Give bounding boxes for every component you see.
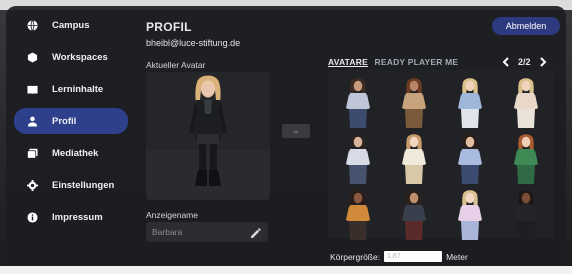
avatar-thumbnail [346,78,370,128]
current-avatar-preview [146,72,270,200]
avatar-thumbnail [514,78,538,128]
sidebar-item-campus[interactable]: Campus [14,12,128,38]
avatar-option[interactable] [450,132,490,184]
avatar-option[interactable] [338,132,378,184]
hexagon-icon [26,51,38,63]
avatar-thumbnail [458,78,482,128]
avatar-source-tabs: AVATARE READY PLAYER ME [328,57,462,67]
page-title: PROFIL [146,20,192,34]
display-name-label: Anzeigename [146,210,198,220]
avatar-option[interactable] [394,132,434,184]
svg-text:∞: ∞ [294,130,298,136]
height-label: Körpergröße: [330,251,381,262]
logout-button[interactable]: Abmelden [492,17,560,35]
tab-avatare[interactable]: AVATARE [328,57,368,67]
avatar-thumbnail [458,134,482,184]
current-avatar-label: Aktueller Avatar [146,60,206,70]
sidebar: Campus Workspaces Lerninhalte Profil Med… [14,10,128,236]
sidebar-item-profil[interactable]: Profil [14,108,128,134]
avatar-option[interactable] [450,188,490,240]
chevron-right-icon[interactable] [537,56,549,68]
avatar-thumbnail [402,134,426,184]
avatar-figure [146,72,270,200]
person-icon [26,115,38,127]
edit-pencil-icon[interactable] [250,226,262,238]
chevron-left-icon[interactable] [500,56,512,68]
height-placeholder: 1,67 [387,253,401,260]
sidebar-item-impressum[interactable]: Impressum [14,204,128,230]
gear-icon [26,179,38,191]
sidebar-item-einstellungen[interactable]: Einstellungen [14,172,128,198]
info-icon [26,211,38,223]
height-unit: Meter [446,251,468,262]
sidebar-item-label: Campus [52,19,90,31]
avatar-grid [338,76,546,240]
globe-icon [26,19,38,31]
avatar-thumbnail [402,190,426,240]
sidebar-item-label: Profil [52,115,77,127]
height-row: Körpergröße: 1,67 Meter [330,251,468,262]
avatar-thumbnail [514,134,538,184]
sidebar-item-label: Workspaces [52,51,108,63]
sidebar-item-label: Mediathek [52,147,99,159]
avatar-option[interactable] [394,188,434,240]
avatar-option[interactable] [506,132,546,184]
sidebar-item-mediathek[interactable]: Mediathek [14,140,128,166]
tab-ready-player-me[interactable]: READY PLAYER ME [375,57,459,67]
avatar-thumbnail [346,190,370,240]
avatar-option[interactable] [506,188,546,240]
avatar-option[interactable] [338,188,378,240]
avatar-option[interactable] [394,76,434,128]
book-icon [26,83,38,95]
display-name-field[interactable]: Barbara [146,222,268,242]
avatar-option[interactable] [450,76,490,128]
avatar-thumbnail [346,134,370,184]
avatar-grid-panel [328,70,554,240]
avatar-thumbnail [458,190,482,240]
sidebar-item-lerninhalte[interactable]: Lerninhalte [14,76,128,102]
avatar-thumbnail [514,190,538,240]
display-name-value: Barbara [152,227,183,237]
height-input[interactable]: 1,67 [384,251,443,262]
media-icon [26,147,38,159]
center-logo: ∞ [282,124,310,138]
sidebar-item-label: Impressum [52,211,103,223]
catalog-pager: 2/2 [500,56,549,68]
sidebar-item-label: Lerninhalte [52,83,104,95]
user-email: bheibl@luce-stiftung.de [146,38,241,48]
sidebar-item-label: Einstellungen [52,179,115,191]
page-indicator: 2/2 [518,57,531,67]
avatar-option[interactable] [506,76,546,128]
avatar-option[interactable] [338,76,378,128]
avatar-thumbnail [402,78,426,128]
sidebar-item-workspaces[interactable]: Workspaces [14,44,128,70]
